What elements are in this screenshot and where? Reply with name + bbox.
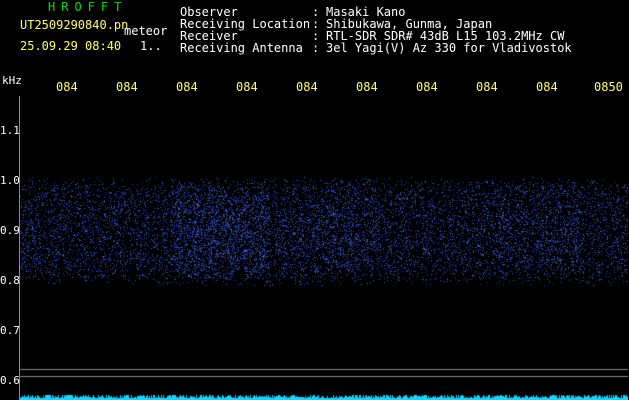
mode-label: meteor: [124, 24, 168, 38]
x-tick: 084: [476, 80, 498, 94]
y-tick: 1.0: [0, 174, 20, 187]
colon: :: [312, 41, 320, 55]
app-brand: HROFFT: [48, 0, 128, 14]
x-tick: 084: [236, 80, 258, 94]
x-tick: 084: [416, 80, 438, 94]
x-tick: 084: [356, 80, 378, 94]
spectrogram-canvas: [20, 96, 628, 400]
y-tick: 0.7: [0, 324, 20, 337]
count-label: 1..: [140, 39, 162, 53]
x-tick: 084: [56, 80, 78, 94]
x-tick: 0850: [594, 80, 623, 94]
date-time: 25.09.29 08:40: [20, 39, 122, 53]
x-tick: 084: [536, 80, 558, 94]
y-tick: 1.1: [0, 124, 20, 137]
x-tick: 084: [296, 80, 318, 94]
x-tick: 084: [116, 80, 138, 94]
x-tick: 084: [176, 80, 198, 94]
y-tick: 0.6: [0, 374, 20, 387]
antenna-value: 3el Yagi(V) Az 330 for Vladivostok: [326, 41, 572, 55]
y-tick: 0.9: [0, 224, 20, 237]
y-tick: 0.8: [0, 274, 20, 287]
file-name: UT2509290840.pn: [20, 18, 129, 32]
antenna-label: Receiving Antenna: [180, 41, 303, 55]
y-unit-label: kHz: [2, 74, 22, 87]
